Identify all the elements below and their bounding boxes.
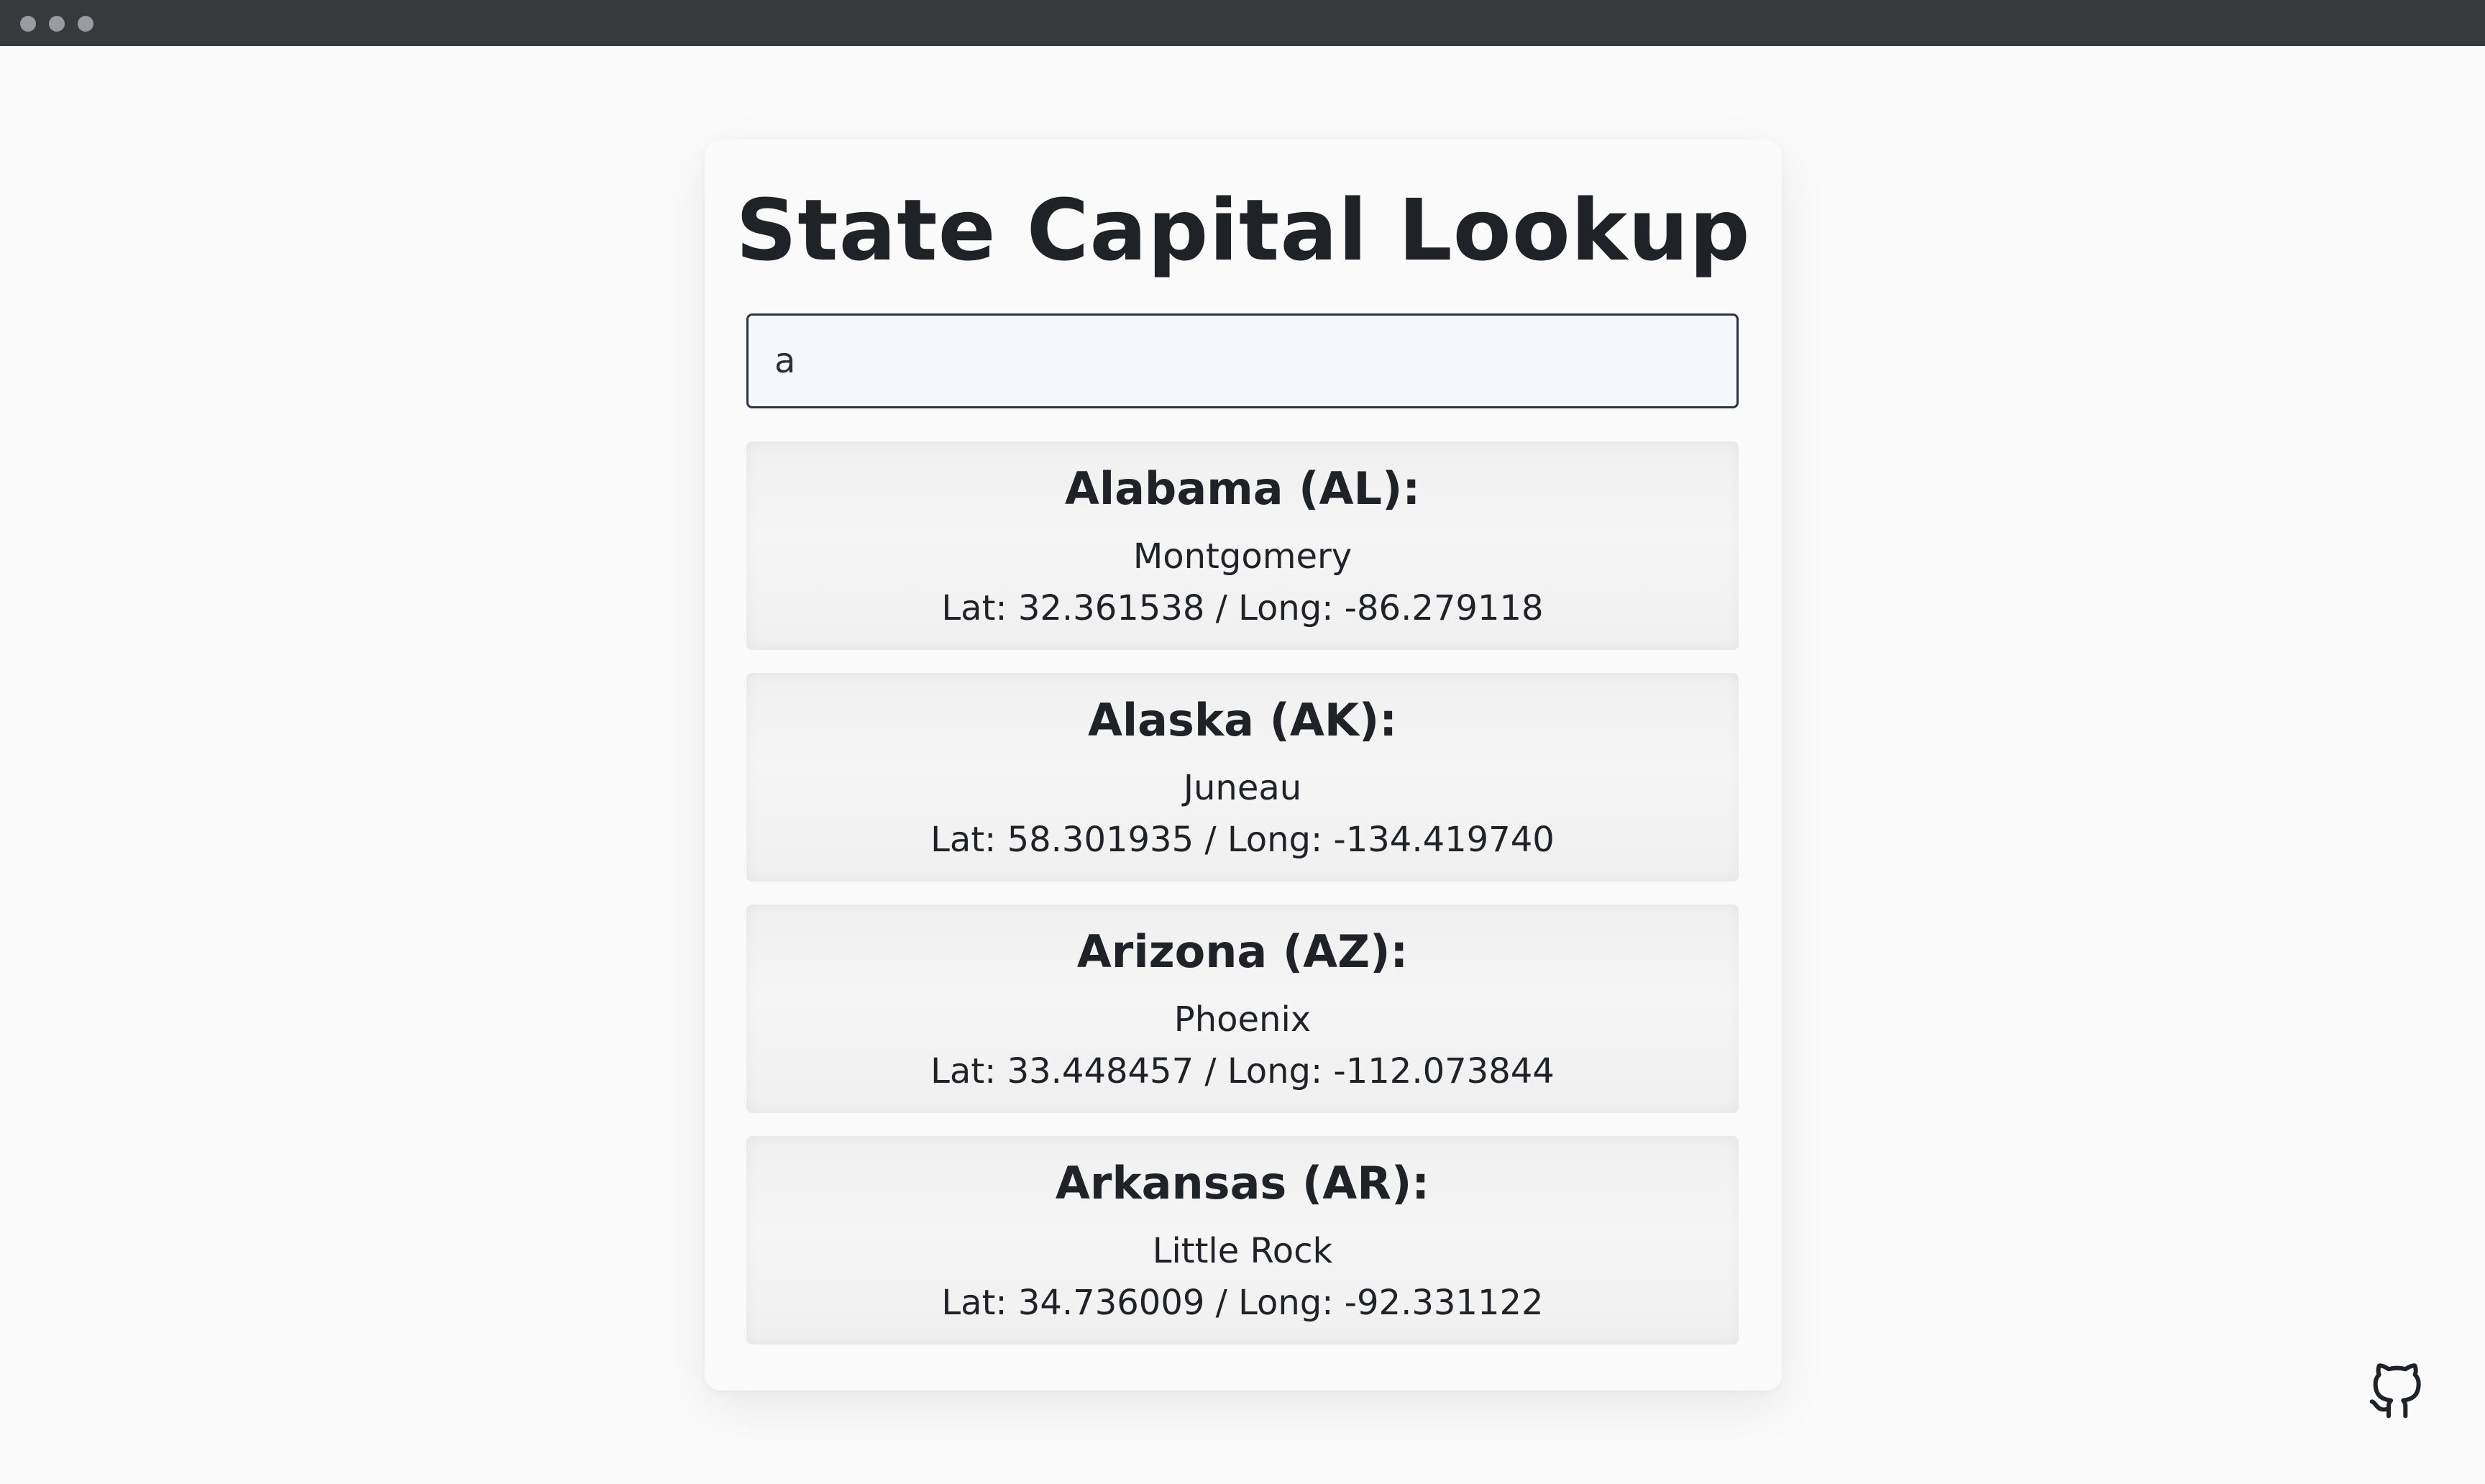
window-control-minimize[interactable] <box>49 16 65 32</box>
window-control-maximize[interactable] <box>78 16 93 32</box>
window-control-close[interactable] <box>20 16 36 32</box>
result-capital: Montgomery <box>1132 536 1353 577</box>
results-list: Alabama (AL): Montgomery Lat: 32.361538 … <box>746 441 1739 1368</box>
result-item-alabama: Alabama (AL): Montgomery Lat: 32.361538 … <box>746 441 1739 650</box>
result-state-name: Arkansas (AR): <box>1055 1157 1430 1209</box>
result-state-name: Alabama (AL): <box>1064 462 1421 515</box>
result-coordinates: Lat: 34.736009 / Long: -92.331122 <box>941 1283 1544 1323</box>
result-coordinates: Lat: 58.301935 / Long: -134.419740 <box>930 820 1555 860</box>
result-capital: Phoenix <box>1173 999 1312 1040</box>
result-item-arizona: Arizona (AZ): Phoenix Lat: 33.448457 / L… <box>746 904 1739 1113</box>
result-item-alaska: Alaska (AK): Juneau Lat: 58.301935 / Lon… <box>746 673 1739 881</box>
page-title: State Capital Lookup <box>736 180 1751 280</box>
result-capital: Little Rock <box>1152 1231 1333 1271</box>
result-coordinates: Lat: 33.448457 / Long: -112.073844 <box>930 1051 1555 1091</box>
lookup-card: State Capital Lookup Alabama (AL): Montg… <box>705 139 1782 1391</box>
result-item-arkansas: Arkansas (AR): Little Rock Lat: 34.73600… <box>746 1136 1739 1345</box>
result-capital: Juneau <box>1183 768 1302 808</box>
search-input[interactable] <box>746 313 1739 408</box>
result-state-name: Alaska (AK): <box>1087 694 1398 746</box>
result-coordinates: Lat: 32.361538 / Long: -86.279118 <box>941 588 1544 628</box>
result-state-name: Arizona (AZ): <box>1076 925 1409 978</box>
window-titlebar <box>0 0 2485 46</box>
github-icon[interactable] <box>2367 1363 2425 1421</box>
